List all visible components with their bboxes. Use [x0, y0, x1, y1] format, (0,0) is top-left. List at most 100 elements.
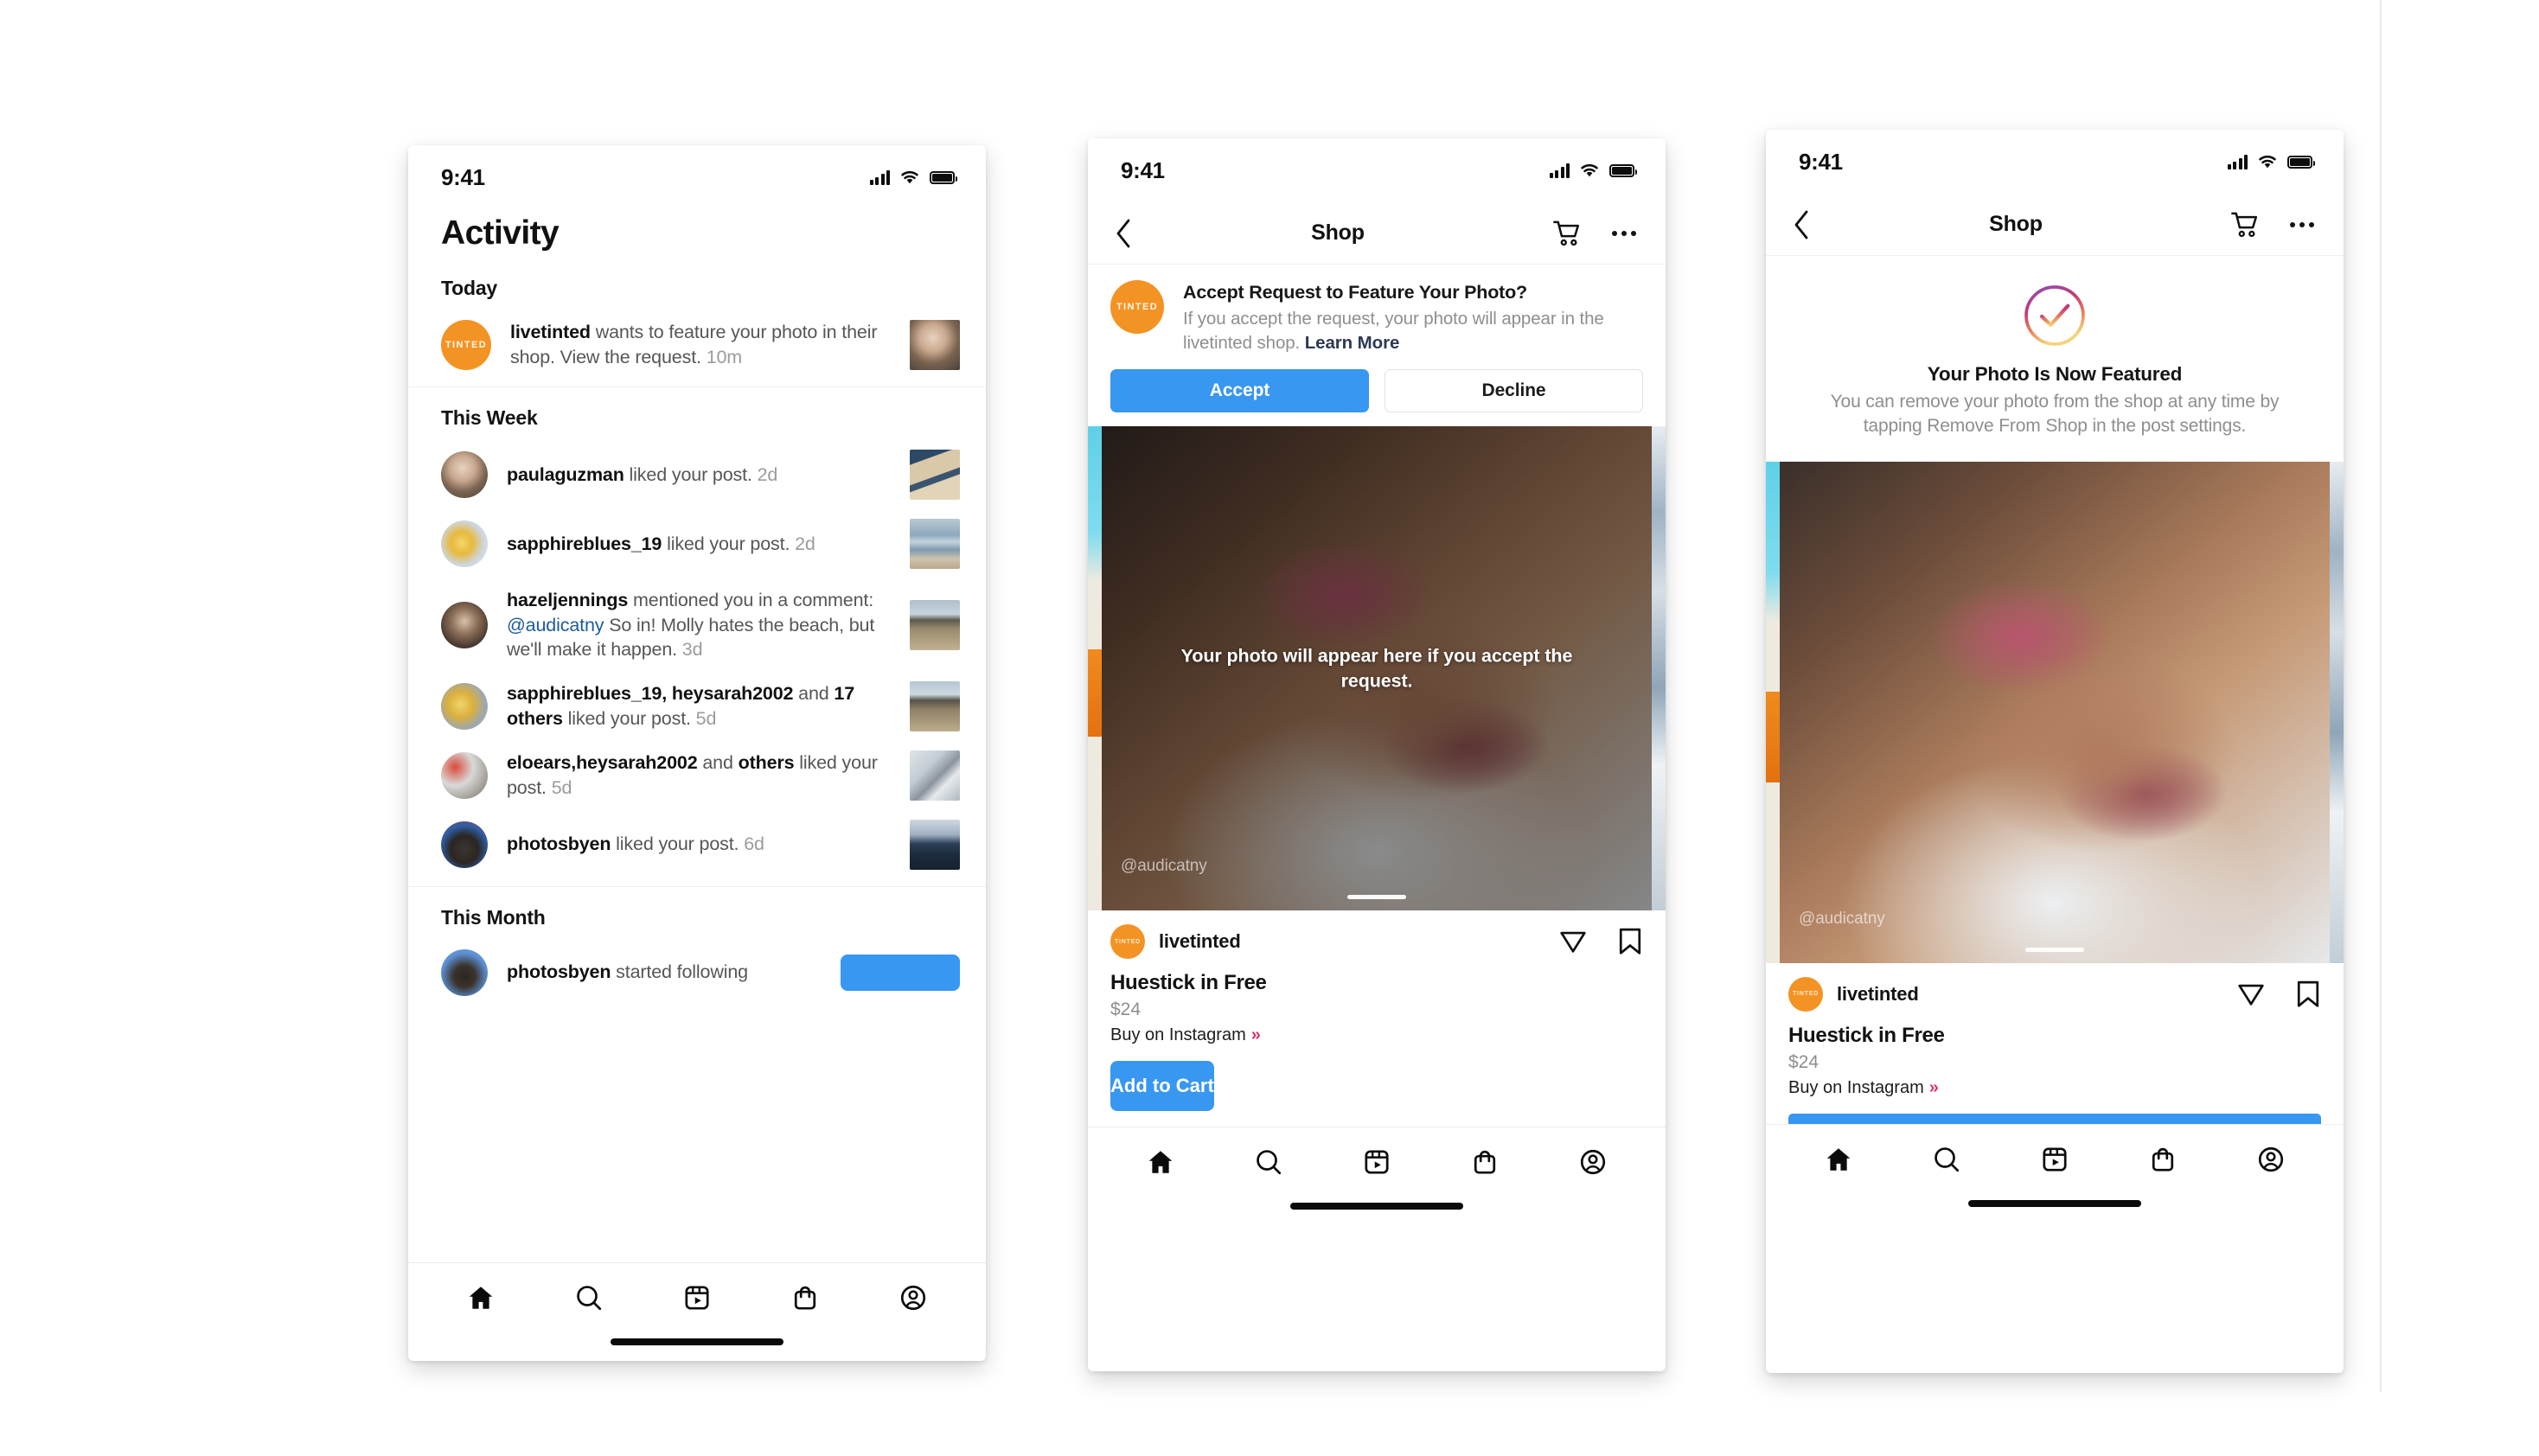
buy-on-instagram-link[interactable]: Buy on Instagram »	[1788, 1078, 2321, 1098]
shop-bag-icon[interactable]	[2145, 1141, 2181, 1178]
reels-icon[interactable]	[1359, 1144, 1395, 1180]
home-indicator	[1088, 1187, 1666, 1225]
home-icon[interactable]	[1142, 1144, 1179, 1180]
home-icon[interactable]	[463, 1280, 499, 1316]
search-icon[interactable]	[1928, 1141, 1965, 1178]
add-to-cart-button-partial[interactable]	[1788, 1113, 2321, 1124]
cellular-bars-icon	[1549, 163, 1570, 178]
carousel-current-slide[interactable]: @audicatny	[1780, 461, 2330, 963]
tinted-logo-avatar[interactable]: TINTED	[1788, 976, 1823, 1012]
status-time: 9:41	[1799, 148, 1843, 175]
product-username[interactable]: livetinted	[1159, 930, 1545, 953]
bottom-navigation[interactable]	[1766, 1123, 2344, 1185]
activity-row-mention[interactable]: hazeljennings mentioned you in a comment…	[408, 578, 986, 672]
avatar[interactable]	[441, 520, 488, 567]
activity-text: hazeljennings mentioned you in a comment…	[507, 590, 875, 661]
home-indicator	[408, 1323, 986, 1361]
post-thumbnail[interactable]	[910, 320, 960, 370]
shop-bag-icon[interactable]	[787, 1280, 823, 1316]
phone-screen-activity: 9:41 Activity Today TINTED livetinted wa…	[408, 145, 986, 1361]
request-content: TINTED Accept Request to Feature Your Ph…	[1110, 280, 1643, 355]
buy-on-instagram-link[interactable]: Buy on Instagram »	[1110, 1025, 1643, 1045]
decline-button[interactable]: Decline	[1385, 369, 1643, 413]
reels-icon[interactable]	[679, 1280, 715, 1316]
photo-carousel[interactable]: @audicatny	[1766, 461, 2344, 963]
shop-header: Shop	[1088, 202, 1666, 265]
success-title: Your Photo Is Now Featured	[1927, 363, 2183, 385]
avatar[interactable]	[441, 682, 488, 730]
avatar[interactable]	[441, 601, 488, 648]
activity-text: paulaguzman liked your post. 2d	[507, 463, 778, 485]
post-thumbnail[interactable]	[910, 750, 960, 801]
post-thumbnail[interactable]	[910, 599, 960, 650]
status-icons	[1549, 163, 1637, 178]
activity-row-like-4[interactable]: eloears,heysarah2002 and others liked yo…	[408, 741, 986, 810]
product-header: TINTED livetinted	[1788, 976, 2321, 1012]
photo-watermark: @audicatny	[1121, 857, 1207, 876]
share-paperplane-icon[interactable]	[2236, 980, 2266, 1009]
activity-row-like-3[interactable]: sapphireblues_19, heysarah2002 and 17 ot…	[408, 672, 986, 741]
search-icon[interactable]	[571, 1280, 607, 1316]
activity-row-follow[interactable]: photosbyen started following	[408, 940, 986, 1006]
shopping-cart-icon[interactable]	[2231, 211, 2261, 239]
reels-icon[interactable]	[2037, 1141, 2073, 1178]
carousel-prev-slide[interactable]	[1088, 426, 1107, 911]
success-banner: Your Photo Is Now Featured You can remov…	[1766, 256, 2344, 462]
shop-bag-icon[interactable]	[1467, 1144, 1503, 1180]
carousel-prev-slide[interactable]	[1766, 461, 1785, 963]
profile-icon[interactable]	[895, 1280, 931, 1316]
post-thumbnail[interactable]	[910, 519, 960, 569]
page-title: Shop	[1989, 212, 2043, 236]
activity-text: livetinted wants to feature your photo i…	[510, 322, 878, 367]
search-icon[interactable]	[1250, 1144, 1287, 1180]
bookmark-icon[interactable]	[2295, 980, 2321, 1009]
post-thumbnail[interactable]	[910, 680, 960, 731]
mention-link[interactable]: @audicatny	[507, 615, 604, 635]
tinted-logo-avatar[interactable]: TINTED	[1110, 280, 1164, 334]
more-options-icon[interactable]	[1612, 230, 1636, 236]
activity-list[interactable]: Activity Today TINTED livetinted wants t…	[408, 209, 986, 1262]
avatar[interactable]	[441, 451, 488, 498]
bottom-navigation[interactable]	[1088, 1127, 1666, 1187]
share-paperplane-icon[interactable]	[1558, 927, 1588, 956]
activity-row-like-2[interactable]: sapphireblues_19 liked your post. 2d	[408, 509, 986, 578]
follow-button[interactable]	[841, 954, 960, 991]
shopping-cart-icon[interactable]	[1553, 220, 1583, 247]
add-to-cart-button[interactable]: Add to Cart	[1110, 1061, 1214, 1112]
product-price: $24	[1110, 999, 1142, 1020]
activity-row-feature-request[interactable]: TINTED livetinted wants to feature your …	[408, 310, 986, 380]
learn-more-link[interactable]: Learn More	[1305, 333, 1400, 353]
request-actions: Accept Decline	[1110, 369, 1643, 413]
post-thumbnail[interactable]	[910, 450, 960, 500]
carousel-current-slide[interactable]: Your photo will appear here if you accep…	[1102, 426, 1652, 911]
more-options-icon[interactable]	[2290, 221, 2314, 227]
home-indicator	[1766, 1185, 2344, 1223]
gradient-check-circle-icon	[2021, 282, 2088, 349]
carousel-next-slide[interactable]	[2330, 461, 2344, 963]
bottom-navigation[interactable]	[408, 1262, 986, 1323]
status-icons	[2227, 154, 2315, 169]
profile-icon[interactable]	[1575, 1144, 1611, 1180]
photo-carousel[interactable]: Your photo will appear here if you accep…	[1088, 426, 1666, 911]
carousel-progress-dash	[2025, 947, 2084, 952]
bookmark-icon[interactable]	[1617, 927, 1643, 956]
tinted-logo-avatar[interactable]: TINTED	[1110, 924, 1145, 960]
chevron-left-icon[interactable]	[1792, 208, 1830, 241]
avatar[interactable]	[441, 821, 488, 868]
product-header: TINTED livetinted	[1110, 924, 1643, 960]
activity-row-like-5[interactable]: photosbyen liked your post. 6d	[408, 810, 986, 879]
tinted-logo-avatar[interactable]: TINTED	[441, 320, 491, 370]
activity-row-like-1[interactable]: paulaguzman liked your post. 2d	[408, 440, 986, 509]
home-icon[interactable]	[1820, 1141, 1857, 1178]
post-thumbnail[interactable]	[910, 819, 960, 870]
avatar[interactable]	[441, 751, 488, 799]
profile-icon[interactable]	[2253, 1141, 2289, 1178]
avatar[interactable]	[441, 948, 488, 996]
chevron-left-icon[interactable]	[1114, 217, 1152, 250]
carousel-next-slide[interactable]	[1652, 426, 1666, 911]
artboard-rule	[2380, 0, 2382, 1392]
product-block: TINTED livetinted Huestick in Free $24 B…	[1766, 963, 2344, 1124]
activity-text: sapphireblues_19 liked your post. 2d	[507, 533, 815, 554]
product-username[interactable]: livetinted	[1837, 983, 2222, 1006]
accept-button[interactable]: Accept	[1110, 369, 1369, 413]
